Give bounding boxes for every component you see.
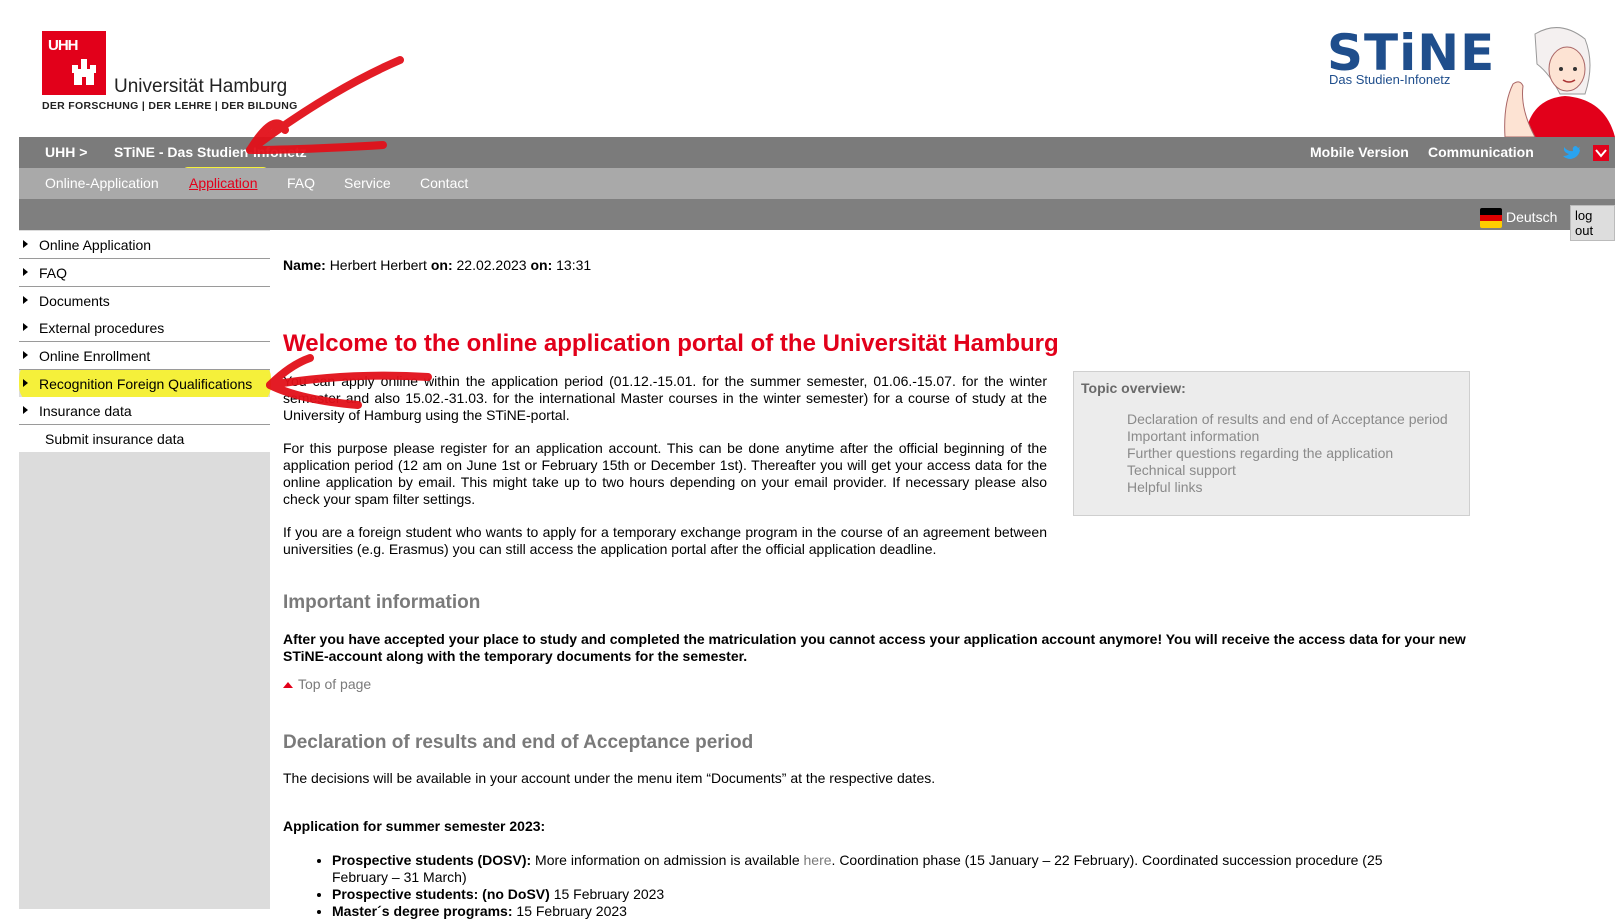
main-nav-bar: Online-Application Application FAQ Servi… xyxy=(19,168,1615,199)
declaration-heading: Declaration of results and end of Accept… xyxy=(283,732,754,753)
list-item-bold: Master´s degree programs: xyxy=(332,903,513,919)
sidebar-item-label: Insurance data xyxy=(39,403,132,419)
uhh-logo-mark: UHH xyxy=(42,31,106,95)
nav-application[interactable]: Application xyxy=(189,175,258,191)
important-info-heading: Important information xyxy=(283,592,481,613)
language-bar: Deutsch log out xyxy=(19,199,1615,241)
sidebar-subitem-submit-insurance-data[interactable]: Submit insurance data xyxy=(19,425,270,452)
sidebar-item-faq[interactable]: FAQ xyxy=(19,259,270,287)
nav-contact[interactable]: Contact xyxy=(420,175,468,191)
breadcrumb-stine[interactable]: STiNE - Das Studien-Infonetz xyxy=(114,144,307,160)
sidebar-item-label: Documents xyxy=(39,293,110,309)
breadcrumb-uhh[interactable]: UHH > xyxy=(45,144,87,160)
sidebar-item-label: External procedures xyxy=(39,320,165,336)
nav-service[interactable]: Service xyxy=(344,175,391,191)
caret-right-icon xyxy=(23,296,28,304)
logout-button[interactable]: log out xyxy=(1570,205,1615,241)
intro-paragraph-2: For this purpose please register for an … xyxy=(283,440,1047,507)
intro-paragraph-1: You can apply online within the applicat… xyxy=(283,373,1047,423)
topic-overview-box: Topic overview: Declaration of results a… xyxy=(1073,371,1470,516)
list-item: Prospective students (DOSV): More inform… xyxy=(332,852,1442,886)
stine-logo[interactable]: STiNE Das Studien-Infonetz xyxy=(1327,24,1615,137)
page-title: Welcome to the online application portal… xyxy=(283,330,1059,357)
uhh-name: Universität Hamburg xyxy=(114,76,288,97)
language-link[interactable]: Deutsch xyxy=(1506,209,1557,225)
user-info-line: Name: Herbert Herbert on: 22.02.2023 on:… xyxy=(283,257,591,273)
caret-right-icon xyxy=(23,351,28,359)
list-item-bold: Prospective students: (no DoSV) xyxy=(332,886,550,902)
user-name: Herbert Herbert xyxy=(329,257,427,273)
mobile-version-link[interactable]: Mobile Version xyxy=(1310,144,1409,160)
nav-faq[interactable]: FAQ xyxy=(287,175,315,191)
uhh-tagline: DER FORSCHUNG | DER LEHRE | DER BILDUNG xyxy=(42,100,298,112)
sidebar-item-insurance-data[interactable]: Insurance data xyxy=(19,397,270,425)
sidebar-item-label: Online Enrollment xyxy=(39,348,151,364)
caret-right-icon xyxy=(23,268,28,276)
list-item-text: 15 February 2023 xyxy=(549,886,665,902)
arrow-up-icon xyxy=(283,682,293,688)
time-label: on: xyxy=(530,257,553,273)
login-time: 13:31 xyxy=(556,257,592,273)
nav-online-application[interactable]: Online-Application xyxy=(45,175,159,191)
topic-link-declaration[interactable]: Declaration of results and end of Accept… xyxy=(1127,411,1448,427)
list-item: Prospective students: (no DoSV) 15 Febru… xyxy=(332,886,1442,903)
intro-paragraph-3: If you are a foreign student who wants t… xyxy=(283,524,1047,557)
summer-semester-heading: Application for summer semester 2023: xyxy=(283,818,546,834)
login-date: 22.02.2023 xyxy=(456,257,527,273)
uhh-logo-text: UHH xyxy=(48,37,78,54)
mascot-icon xyxy=(1504,27,1615,137)
name-label: Name: xyxy=(283,257,326,273)
important-info-text: After you have accepted your place to st… xyxy=(283,631,1466,664)
sidebar-item-online-application[interactable]: Online Application xyxy=(19,231,270,259)
sidebar-item-label: Recognition Foreign Qualifications xyxy=(39,376,253,392)
caret-right-icon xyxy=(23,240,28,248)
topic-link-further-questions[interactable]: Further questions regarding the applicat… xyxy=(1127,445,1393,461)
here-link[interactable]: here xyxy=(804,852,832,868)
sidebar-item-external-procedures[interactable]: External procedures xyxy=(19,314,270,342)
list-item-text: More information on admission is availab… xyxy=(531,852,804,868)
caret-right-icon xyxy=(23,323,28,331)
sidebar-item-recognition-foreign-qualifications[interactable]: Recognition Foreign Qualifications xyxy=(19,370,270,398)
list-item-bold: Prospective students (DOSV): xyxy=(332,852,532,868)
top-of-page-label: Top of page xyxy=(298,676,372,692)
caret-right-icon xyxy=(23,406,28,414)
dropdown-icon[interactable] xyxy=(1593,145,1609,161)
sidebar-subitem-label: Submit insurance data xyxy=(45,431,185,447)
sidebar-item-documents[interactable]: Documents xyxy=(19,287,270,315)
topic-link-important[interactable]: Important information xyxy=(1127,428,1259,444)
stine-subtitle: Das Studien-Infonetz xyxy=(1329,72,1451,87)
castle-icon xyxy=(72,59,96,85)
top-breadcrumb-bar: UHH > STiNE - Das Studien-Infonetz Mobil… xyxy=(19,137,1615,168)
top-of-page-link[interactable]: Top of page xyxy=(283,676,371,692)
sidebar-item-label: Online Application xyxy=(39,237,152,253)
topic-link-helpful-links[interactable]: Helpful links xyxy=(1127,479,1202,495)
sidebar-item-online-enrollment[interactable]: Online Enrollment xyxy=(19,342,270,370)
topic-overview-title: Topic overview: xyxy=(1081,380,1186,396)
communication-link[interactable]: Communication xyxy=(1428,144,1534,160)
sidebar-item-label: FAQ xyxy=(39,265,68,281)
uhh-logo[interactable]: UHH Universität Hamburg DER FORSCHUNG | … xyxy=(42,31,307,117)
page-header: UHH Universität Hamburg DER FORSCHUNG | … xyxy=(0,0,1615,137)
caret-right-icon xyxy=(23,379,28,387)
list-item: Master´s degree programs: 15 February 20… xyxy=(332,903,1442,920)
list-item-text: 15 February 2023 xyxy=(512,903,627,919)
twitter-icon[interactable] xyxy=(1562,143,1580,161)
deadline-list: Prospective students (DOSV): More inform… xyxy=(316,852,1442,920)
declaration-text: The decisions will be available in your … xyxy=(283,770,936,786)
german-flag-icon[interactable] xyxy=(1480,208,1502,228)
date-label: on: xyxy=(430,257,453,273)
topic-link-technical-support[interactable]: Technical support xyxy=(1127,462,1236,478)
